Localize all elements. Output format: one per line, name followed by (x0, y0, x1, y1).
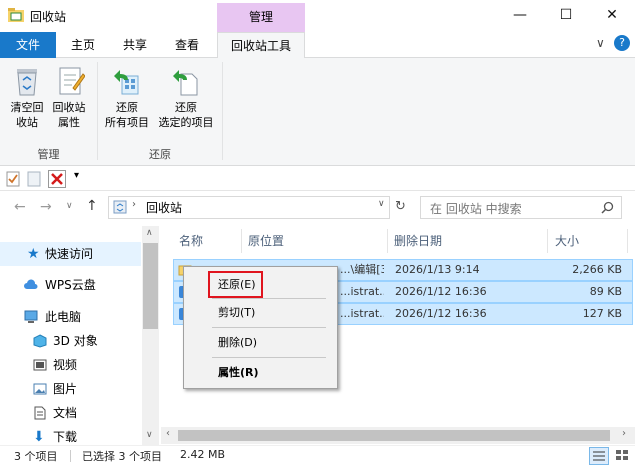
column-header-size[interactable]: 大小 (555, 229, 579, 253)
details-view-button[interactable] (589, 447, 609, 465)
restore-all-button[interactable]: 还原 所有项目 (101, 100, 153, 130)
3d-objects-icon (33, 334, 47, 348)
file-location: ...istrat... (340, 307, 384, 320)
nav-item-3d-objects[interactable]: 3D 对象 (0, 329, 141, 353)
refresh-icon[interactable]: ↻ (395, 199, 406, 214)
column-header-name[interactable]: 名称 (179, 229, 203, 253)
minimize-button[interactable]: — (497, 0, 543, 30)
file-size: 2,266 KB (572, 263, 622, 276)
star-icon: ★ (27, 246, 40, 262)
close-button[interactable]: ✕ (589, 0, 635, 30)
window-title: 回收站 (30, 10, 67, 24)
status-selected-count: 已选择 3 个项目 (82, 450, 162, 463)
tab-file[interactable]: 文件 (0, 32, 56, 58)
status-item-count: 3 个项目 (14, 450, 58, 463)
nav-scrollbar-thumb[interactable] (143, 243, 158, 329)
nav-item-this-pc[interactable]: 此电脑 (0, 305, 141, 329)
large-icons-view-icon (616, 450, 628, 460)
file-location: ...\编辑[3\1工作详情... (340, 263, 384, 276)
menu-separator (212, 357, 326, 358)
nav-item-videos[interactable]: 视频 (0, 353, 141, 377)
menu-item-properties[interactable]: 属性(R) (218, 363, 259, 383)
delete-x-icon[interactable] (48, 170, 66, 188)
large-icons-view-button[interactable] (613, 447, 633, 465)
back-button[interactable]: ← (14, 199, 26, 215)
recycle-bin-properties-button[interactable]: 回收站 属性 (46, 100, 92, 130)
nav-item-pictures[interactable]: 图片 (0, 377, 141, 401)
properties-check-icon[interactable] (6, 171, 20, 187)
scroll-right-arrow-icon[interactable]: › (622, 428, 626, 439)
details-view-icon (593, 451, 605, 461)
menu-separator (212, 327, 326, 328)
new-folder-icon[interactable] (27, 171, 41, 187)
help-icon[interactable]: ? (614, 35, 630, 51)
group-label-manage: 管理 (37, 148, 60, 161)
column-divider (627, 229, 628, 253)
video-icon (33, 359, 47, 371)
restore-selected-button[interactable]: 还原 选定的项目 (154, 100, 218, 130)
qat-customize-dropdown-icon[interactable]: ▾ (74, 170, 79, 181)
file-size: 127 KB (582, 307, 622, 320)
recycle-bin-icon (113, 200, 127, 214)
pictures-icon (33, 383, 47, 395)
restore-all-icon (114, 70, 139, 95)
forward-button[interactable]: → (40, 199, 52, 215)
maximize-button[interactable]: ☐ (543, 0, 589, 30)
context-tab-group-label: 管理 (217, 3, 305, 32)
column-divider (387, 229, 388, 253)
nav-item-quick-access[interactable]: ★ 快速访问 (0, 242, 141, 266)
column-header-location[interactable]: 原位置 (248, 229, 284, 253)
nav-item-wps-cloud[interactable]: WPS云盘 (0, 273, 141, 297)
scroll-left-arrow-icon[interactable]: ‹ (166, 428, 170, 439)
annotation-highlight-box (208, 271, 263, 298)
tab-recycle-bin-tools[interactable]: 回收站工具 (217, 32, 305, 59)
scroll-down-arrow-icon[interactable]: ∨ (146, 430, 153, 440)
tab-share[interactable]: 共享 (112, 32, 158, 58)
computer-icon (24, 310, 38, 323)
breadcrumb-recycle-bin[interactable]: 回收站 (146, 199, 182, 216)
recycle-bin-properties-icon (59, 67, 85, 95)
tab-view[interactable]: 查看 (164, 32, 210, 58)
nav-item-downloads[interactable]: ⬇ 下载 (0, 425, 141, 445)
restore-selected-icon (173, 70, 198, 96)
menu-item-cut[interactable]: 剪切(T) (218, 303, 255, 323)
status-selected-size: 2.42 MB (180, 448, 226, 461)
tab-home[interactable]: 主页 (60, 32, 106, 58)
recent-locations-icon[interactable]: ∨ (66, 201, 73, 211)
file-date-deleted: 2026/1/13 9:14 (395, 263, 480, 276)
quick-access-toolbar (0, 167, 635, 191)
collapse-ribbon-button[interactable]: ∨ (596, 36, 605, 50)
column-header-date-deleted[interactable]: 删除日期 (394, 229, 442, 253)
cloud-icon (24, 279, 38, 289)
file-date-deleted: 2026/1/12 16:36 (395, 285, 487, 298)
documents-icon (34, 406, 46, 420)
column-divider (547, 229, 548, 253)
address-dropdown-icon[interactable]: ∨ (378, 199, 385, 209)
file-location: ...istrat... (340, 285, 384, 298)
empty-recycle-bin-icon (17, 69, 37, 96)
group-label-restore: 还原 (149, 148, 171, 161)
file-date-deleted: 2026/1/12 16:36 (395, 307, 487, 320)
empty-recycle-bin-button[interactable]: 清空回 收站 (4, 100, 50, 130)
nav-item-documents[interactable]: 文档 (0, 401, 141, 425)
status-divider (70, 450, 71, 462)
search-icon[interactable] (601, 201, 614, 214)
download-icon: ⬇ (33, 429, 45, 445)
recycle-bin-icon (8, 8, 24, 22)
search-placeholder: 在 回收站 中搜索 (430, 202, 522, 216)
up-button[interactable]: ↑ (86, 198, 98, 214)
file-size: 89 KB (589, 285, 622, 298)
horizontal-scrollbar-thumb[interactable] (178, 430, 610, 441)
scroll-up-arrow-icon[interactable]: ∧ (146, 228, 153, 238)
breadcrumb-separator-icon: › (132, 199, 136, 210)
column-divider (241, 229, 242, 253)
menu-separator (212, 298, 326, 299)
menu-item-delete[interactable]: 删除(D) (218, 333, 257, 353)
ribbon-group-divider (222, 62, 223, 160)
